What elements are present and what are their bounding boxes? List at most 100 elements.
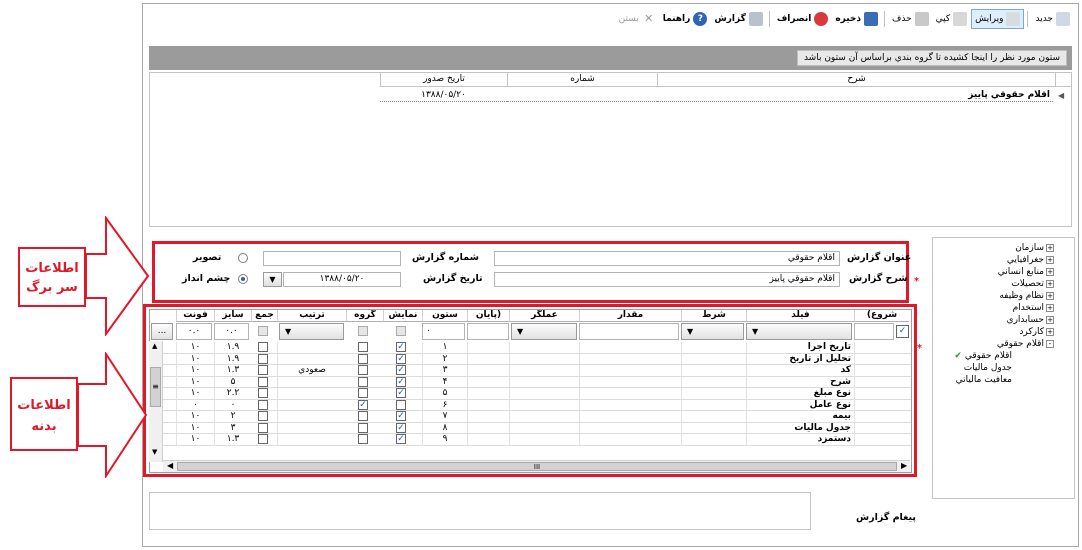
operator-cell[interactable]	[509, 422, 579, 434]
tree-node[interactable]: +حسابداري	[1007, 315, 1054, 326]
operator-cell[interactable]	[509, 399, 579, 411]
edit-button[interactable]: ويرايش	[971, 9, 1025, 29]
font-cell[interactable]: ۱۰	[176, 353, 214, 365]
report-date-input[interactable]: ۱۳۸۸/۰۵/۲۰	[283, 272, 401, 287]
scroll-down-icon[interactable]: ▼	[152, 448, 157, 456]
operator-cell[interactable]	[509, 342, 579, 354]
filter-column-input[interactable]: ۰	[422, 323, 465, 340]
report-desc-cell[interactable]: اقلام حقوقي پاييز	[657, 89, 1053, 102]
size-cell[interactable]: ۲	[214, 411, 251, 423]
value-cell[interactable]	[579, 365, 681, 377]
font-cell[interactable]: ۱۰	[176, 411, 214, 423]
horizontal-scrollbar[interactable]: ◀ III ▶	[163, 460, 910, 472]
col-header-date[interactable]: تاريخ صدور	[380, 73, 507, 87]
table-row[interactable]: شرح ۴ ✓ ۵ ۱۰	[150, 376, 911, 388]
font-cell[interactable]: ۱۰	[176, 434, 214, 446]
sum-checkbox[interactable]	[258, 422, 268, 433]
size-cell[interactable]: ۲.۲	[214, 388, 251, 400]
report-title-input[interactable]: اقلام حقوقي	[494, 251, 840, 266]
filter-condition-dropdown[interactable]: ▼	[681, 323, 744, 340]
sort-cell[interactable]	[277, 422, 346, 434]
tree-node[interactable]: +سازمان	[1015, 243, 1054, 254]
size-cell[interactable]: ۱.۳	[214, 434, 251, 446]
more-button[interactable]: ...	[151, 323, 173, 340]
font-cell[interactable]: ۱۰	[176, 422, 214, 434]
field-cell[interactable]: بيمه	[746, 411, 854, 423]
tree-node[interactable]: معافيت مالياتي	[956, 375, 1012, 386]
col-header-condition[interactable]: شرط	[681, 310, 746, 322]
show-checkbox[interactable]	[396, 399, 406, 410]
tree-node[interactable]: +نظام وظيفه	[999, 291, 1054, 302]
sort-cell[interactable]: صعودي	[277, 365, 346, 377]
condition-cell[interactable]	[681, 434, 746, 446]
condition-cell[interactable]	[681, 388, 746, 400]
column-cell[interactable]: ۳	[422, 365, 467, 377]
filter-group-check[interactable]	[358, 326, 368, 336]
field-cell[interactable]: جدول ماليات	[746, 422, 854, 434]
collapse-icon[interactable]: -	[1046, 339, 1054, 348]
date-dropdown-button[interactable]: ▼	[263, 272, 282, 287]
report-button[interactable]: گزارش	[711, 9, 766, 29]
col-header-desc[interactable]: شرح	[657, 73, 1055, 87]
show-checkbox[interactable]: ✓	[396, 365, 406, 375]
sum-checkbox[interactable]	[258, 399, 268, 410]
sort-cell[interactable]	[277, 434, 346, 446]
open-paren-cell[interactable]	[854, 353, 909, 365]
value-cell[interactable]	[579, 434, 681, 446]
open-paren-cell[interactable]	[854, 399, 909, 411]
group-checkbox[interactable]	[358, 411, 368, 421]
sort-cell[interactable]	[277, 388, 346, 400]
close-paren-cell[interactable]	[467, 353, 509, 365]
condition-cell[interactable]	[681, 411, 746, 423]
filter-field-dropdown[interactable]: ▼	[746, 323, 852, 340]
col-header-number[interactable]: شماره	[507, 73, 657, 87]
sum-checkbox[interactable]	[258, 353, 268, 364]
filter-check[interactable]: ✓	[896, 325, 909, 338]
table-row[interactable]: بيمه ۷ ✓ ۲ ۱۰	[150, 411, 911, 423]
column-cell[interactable]: ۹	[422, 434, 467, 446]
field-cell[interactable]: نوع مبلغ	[746, 388, 854, 400]
condition-cell[interactable]	[681, 399, 746, 411]
filter-value-input[interactable]	[579, 323, 679, 340]
scroll-up-icon[interactable]: ▲	[152, 342, 157, 350]
sort-cell[interactable]	[277, 342, 346, 354]
expand-icon[interactable]: +	[1046, 279, 1054, 288]
value-cell[interactable]	[579, 422, 681, 434]
column-cell[interactable]: ۲	[422, 353, 467, 365]
show-checkbox[interactable]: ✓	[396, 353, 406, 364]
report-number-input[interactable]	[263, 251, 401, 266]
group-checkbox[interactable]	[358, 353, 368, 364]
font-cell[interactable]: ۱۰	[176, 365, 214, 377]
size-cell[interactable]: ۱.۹	[214, 342, 251, 354]
col-header-show[interactable]: نمايش	[383, 310, 422, 322]
col-header-group[interactable]: گروه	[346, 310, 383, 322]
group-checkbox[interactable]	[358, 422, 368, 433]
filter-operator-dropdown[interactable]: ▼	[511, 323, 577, 340]
column-cell[interactable]: ۸	[422, 422, 467, 434]
filter-show-check[interactable]	[396, 326, 406, 336]
column-cell[interactable]: ۵	[422, 388, 467, 400]
field-cell[interactable]: شرح	[746, 376, 854, 388]
close-paren-cell[interactable]	[467, 388, 509, 400]
radio-landscape[interactable]	[238, 274, 248, 284]
table-row[interactable]: تحليل از تاريخ ۲ ✓ ۱.۹ ۱۰	[150, 353, 911, 365]
filter-sum-check[interactable]	[258, 326, 268, 336]
col-header-value[interactable]: مقدار	[579, 310, 681, 322]
sort-cell[interactable]	[277, 353, 346, 365]
open-paren-cell[interactable]	[854, 376, 909, 388]
close-paren-cell[interactable]	[467, 376, 509, 388]
size-cell[interactable]: ۳	[214, 422, 251, 434]
sort-cell[interactable]	[277, 399, 346, 411]
sum-checkbox[interactable]	[258, 365, 268, 375]
column-cell[interactable]: ۴	[422, 376, 467, 388]
col-header-sort[interactable]: ترتيب	[277, 310, 346, 322]
fields-grid[interactable]: (شروع فيلد شرط مقدار عملگر پايان) ستون ن…	[149, 309, 912, 473]
table-row[interactable]: تاريخ اجرا ۱ ✓ ۱.۹ ۱۰	[150, 342, 911, 354]
col-header-field[interactable]: فيلد	[746, 310, 854, 322]
scroll-left-icon[interactable]: ◀	[167, 461, 173, 470]
tree-node[interactable]: اقلام حقوقي ✔	[954, 351, 1012, 362]
close-button[interactable]: ✕ بستن	[616, 9, 659, 29]
sum-checkbox[interactable]	[258, 376, 268, 387]
close-paren-cell[interactable]	[467, 365, 509, 377]
field-cell[interactable]: تحليل از تاريخ	[746, 353, 854, 365]
